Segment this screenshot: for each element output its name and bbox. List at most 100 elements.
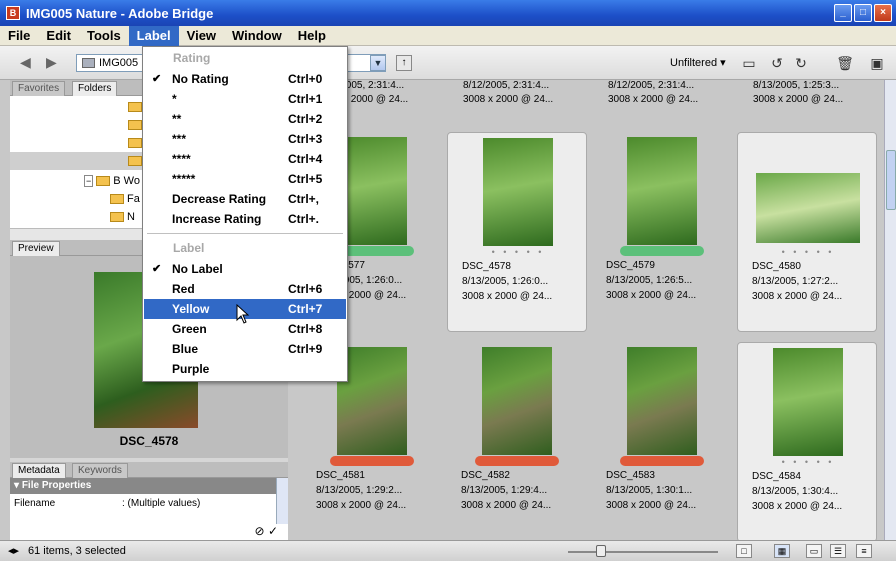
thumbnail-image[interactable] xyxy=(482,347,552,455)
thumb-date: 8/12/2005, 2:31:4... xyxy=(608,80,695,91)
rating-dots[interactable]: • • • • • xyxy=(738,457,878,467)
toggle-panes-icon[interactable]: ◂▸ xyxy=(8,544,19,557)
folder-icon xyxy=(128,138,142,149)
compact-mode-icon[interactable]: ▣ xyxy=(868,54,886,72)
thumbnail-card[interactable]: • • • • • DSC_4584 8/13/2005, 1:30:4... 300… xyxy=(737,342,877,540)
thumb-name: DSC_4581 xyxy=(316,470,365,481)
new-folder-icon[interactable]: ▭ xyxy=(740,54,758,72)
label-item-5[interactable]: Purple xyxy=(144,359,346,379)
rating-item-6[interactable]: Decrease Rating Ctrl+, xyxy=(144,189,346,209)
menu-bar: File Edit Tools Label View Window Help xyxy=(0,25,896,46)
menu-item-label: Red xyxy=(172,282,195,296)
metadata-scrollbar[interactable] xyxy=(276,478,288,524)
rating-item-0[interactable]: ✔ No Rating Ctrl+0 xyxy=(144,69,346,89)
status-text: 61 items, 3 selected xyxy=(28,545,126,557)
thumb-date: 8/13/2005, 1:30:1... xyxy=(606,485,693,496)
thumb-dims: 3008 x 2000 @ 24... xyxy=(606,290,697,301)
label-item-4[interactable]: Blue Ctrl+9 xyxy=(144,339,346,359)
rating-item-3[interactable]: *** Ctrl+3 xyxy=(144,129,346,149)
tree-item-fa[interactable]: Fa xyxy=(110,190,140,208)
rating-dots[interactable]: • • • • • xyxy=(448,247,588,257)
thumb-date: 8/13/2005, 1:26:5... xyxy=(606,275,693,286)
thumb-dims: 3008 x 2000 @ 24... xyxy=(753,94,844,105)
thumbnail-card[interactable]: DSC_4579 8/13/2005, 1:26:5... 3008 x 2000 … xyxy=(592,132,732,332)
versions-view-icon[interactable]: ≡ xyxy=(856,544,872,558)
tree-item-bwo[interactable]: − B Wo xyxy=(84,172,140,190)
meta-value: : (Multiple values) xyxy=(122,498,201,509)
thumb-dims: 3008 x 2000 @ 24... xyxy=(461,500,552,511)
rotate-right-icon[interactable]: ↻ xyxy=(792,54,810,72)
thumb-dims: 3008 x 2000 @ 24... xyxy=(462,291,553,302)
metadata-pane: ▾ File Properties Filename : (Multiple v… xyxy=(10,478,288,540)
tab-preview[interactable]: Preview xyxy=(12,241,60,256)
menu-label[interactable]: Label xyxy=(128,25,179,46)
folder-icon xyxy=(96,176,111,187)
maximize-button[interactable]: □ xyxy=(854,4,872,22)
thumbnail-card[interactable]: DSC_4583 8/13/2005, 1:30:1... 3008 x 2000 … xyxy=(592,342,732,540)
menu-edit[interactable]: Edit xyxy=(38,26,79,46)
file-properties-header[interactable]: ▾ File Properties xyxy=(10,478,288,494)
rating-item-1[interactable]: * Ctrl+1 xyxy=(144,89,346,109)
forward-arrow-icon[interactable]: ▶ xyxy=(46,55,60,69)
thumbnail-image[interactable] xyxy=(773,348,843,456)
collapse-icon[interactable]: − xyxy=(84,175,94,187)
rating-item-4[interactable]: **** Ctrl+4 xyxy=(144,149,346,169)
thumbnail-image[interactable] xyxy=(483,138,553,246)
details-view-icon[interactable]: ☰ xyxy=(830,544,846,558)
thumbnails-view-icon[interactable]: ▦ xyxy=(774,544,790,558)
metadata-tabstrip: Metadata Keywords xyxy=(10,462,288,478)
tab-metadata[interactable]: Metadata xyxy=(12,463,66,478)
menu-item-label: No Label xyxy=(172,262,223,276)
thumb-name: DSC_4583 xyxy=(606,470,655,481)
trash-icon[interactable]: 🗑 xyxy=(836,54,854,72)
thumbnail-card[interactable]: DSC_4582 8/13/2005, 1:29:4... 3008 x 2000 … xyxy=(447,342,587,540)
rating-item-5[interactable]: ***** Ctrl+5 xyxy=(144,169,346,189)
menu-item-label: **** xyxy=(172,152,191,166)
menu-item-label: Increase Rating xyxy=(172,212,262,226)
thumbnail-image[interactable] xyxy=(756,173,860,243)
folder-icon xyxy=(128,102,142,113)
menu-view[interactable]: View xyxy=(179,26,224,46)
thumbnail-card[interactable]: • • • • • DSC_4580 8/13/2005, 1:27:2... 300… xyxy=(737,132,877,332)
thumbnail-size-slider[interactable] xyxy=(568,551,718,553)
small-thumb-icon[interactable]: □ xyxy=(736,544,752,558)
label-item-1[interactable]: Red Ctrl+6 xyxy=(144,279,346,299)
chevron-down-icon[interactable]: ▼ xyxy=(370,55,386,71)
rotate-left-icon[interactable]: ↺ xyxy=(768,54,786,72)
rating-item-2[interactable]: ** Ctrl+2 xyxy=(144,109,346,129)
slider-knob[interactable] xyxy=(596,545,606,557)
thumbnail-image[interactable] xyxy=(627,137,697,245)
filter-dropdown[interactable]: Unfiltered ▾ xyxy=(670,56,726,69)
close-button[interactable]: × xyxy=(874,4,892,22)
up-folder-icon[interactable]: ↑ xyxy=(396,55,412,71)
status-bar: ◂▸ 61 items, 3 selected □ ▦ ▭ ☰ ≡ xyxy=(0,540,896,561)
tab-favorites[interactable]: Favorites xyxy=(12,81,66,96)
menu-item-shortcut: Ctrl+, xyxy=(288,192,320,206)
menu-tools[interactable]: Tools xyxy=(79,26,129,46)
vertical-scrollbar[interactable] xyxy=(884,80,896,540)
thumbnail-image[interactable] xyxy=(627,347,697,455)
thumb-date: 8/13/2005, 1:30:4... xyxy=(752,486,839,497)
rating-dots[interactable]: • • • • • xyxy=(738,247,878,257)
label-header: Label xyxy=(173,241,205,255)
thumbnail-card[interactable]: • • • • • DSC_4578 8/13/2005, 1:26:0... 300… xyxy=(447,132,587,332)
back-arrow-icon[interactable]: ◀ xyxy=(20,55,34,69)
menu-file[interactable]: File xyxy=(0,26,38,46)
filmstrip-view-icon[interactable]: ▭ xyxy=(806,544,822,558)
menu-item-label: ***** xyxy=(172,172,196,186)
tab-folders[interactable]: Folders xyxy=(72,81,118,96)
apply-icon[interactable]: ✓ xyxy=(268,524,278,538)
cancel-icon[interactable]: ⊘ xyxy=(255,524,265,538)
menu-help[interactable]: Help xyxy=(290,26,334,46)
tab-keywords[interactable]: Keywords xyxy=(72,463,128,478)
label-item-0[interactable]: ✔ No Label xyxy=(144,259,346,279)
tree-item-n[interactable]: N xyxy=(110,208,135,226)
folder-icon xyxy=(128,120,142,131)
scroll-thumb[interactable] xyxy=(886,150,896,210)
menu-item-shortcut: Ctrl+8 xyxy=(288,322,323,336)
minimize-button[interactable]: _ xyxy=(834,4,852,22)
thumb-date: 8/13/2005, 1:26:0... xyxy=(462,276,549,287)
rating-item-7[interactable]: Increase Rating Ctrl+. xyxy=(144,209,346,229)
menu-item-shortcut: Ctrl+6 xyxy=(288,282,323,296)
menu-window[interactable]: Window xyxy=(224,26,290,46)
